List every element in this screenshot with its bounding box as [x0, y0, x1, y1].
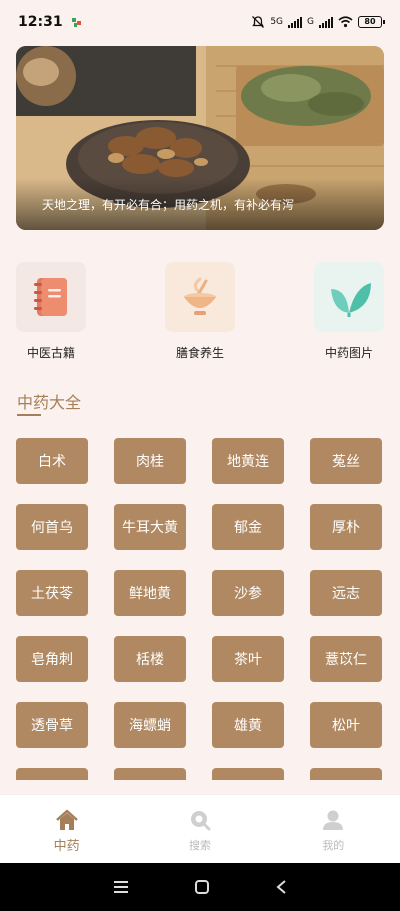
home-square-icon[interactable] [194, 879, 210, 895]
back-icon[interactable] [275, 879, 287, 895]
wifi-icon [338, 16, 353, 28]
herb-button[interactable]: 郁金 [212, 504, 284, 550]
herb-button[interactable]: 皂角刺 [16, 636, 88, 682]
herb-button[interactable]: 牛耳大黄 [114, 504, 186, 550]
menu-icon[interactable] [113, 880, 129, 894]
tab-label: 我的 [322, 839, 345, 852]
herb-button[interactable]: 土茯苓 [16, 570, 88, 616]
home-icon [55, 809, 78, 830]
herb-button[interactable]: 茶叶 [212, 636, 284, 682]
quick-link-tile [165, 262, 235, 332]
system-nav-bar [0, 863, 400, 911]
herb-button[interactable]: 地黄连 [212, 438, 284, 484]
herb-button[interactable]: 沙参 [212, 570, 284, 616]
herb-button[interactable]: 松叶 [310, 702, 382, 748]
section-title: 中药大全 [17, 393, 82, 412]
quick-link-tile [314, 262, 384, 332]
herb-button[interactable]: 肉桂 [114, 438, 186, 484]
quick-link-classics[interactable]: 中医古籍 [16, 262, 86, 361]
quick-link-label: 膳食养生 [175, 346, 224, 360]
leaf-icon [331, 283, 371, 317]
herb-grid: 白术 肉桂 地黄连 菟丝何首乌 牛耳大黄 郁金 厚朴土茯苓 鲜地黄 沙参 远志皂角刺 栝楼 茶叶 薏苡仁… [16, 438, 386, 780]
herb-button[interactable]: 何首乌 [16, 504, 88, 550]
user-icon [323, 810, 344, 830]
herb-button[interactable]: 远志 [310, 570, 382, 616]
herb-button-partial[interactable] [310, 768, 382, 780]
network-label: 5G [270, 17, 284, 27]
herb-button[interactable]: 薏苡仁 [310, 636, 382, 682]
herb-button[interactable]: 厚朴 [310, 504, 382, 550]
signal-icon [288, 16, 303, 28]
network2-label: G [307, 17, 314, 27]
tab-profile[interactable]: 我的 [267, 795, 400, 863]
herb-button[interactable]: 菟丝 [310, 438, 382, 484]
herb-button[interactable]: 白术 [16, 438, 88, 484]
battery-icon: 80 [358, 16, 385, 28]
mute-bell-icon [252, 16, 265, 28]
app-notification-icon [71, 18, 81, 27]
quick-link-label: 中医古籍 [26, 346, 75, 360]
bottom-tab-bar: 中药 搜索 我的 [0, 794, 400, 863]
herb-button[interactable]: 栝楼 [114, 636, 186, 682]
banner-caption: 天地之理，有开必有合；用药之机，有补必有泻 [16, 178, 384, 230]
quick-link-images[interactable]: 中药图片 [314, 262, 384, 361]
herb-button[interactable]: 鲜地黄 [114, 570, 186, 616]
battery-level: 80 [364, 17, 376, 26]
book-icon [34, 278, 67, 316]
tab-label: 搜索 [188, 839, 211, 852]
herb-button-partial[interactable] [16, 768, 88, 780]
herb-button[interactable]: 透骨草 [16, 702, 88, 748]
tab-herbs[interactable]: 中药 [0, 795, 133, 863]
herb-button[interactable]: 海螵蛸 [114, 702, 186, 748]
quick-link-label: 中药图片 [324, 346, 373, 360]
herb-button[interactable]: 雄黄 [212, 702, 284, 748]
status-bar: 12:31 5G G 80 [0, 0, 400, 44]
tab-label: 中药 [53, 839, 80, 854]
section-underline [17, 414, 41, 416]
herb-button-partial[interactable] [114, 768, 186, 780]
search-icon [190, 811, 211, 831]
herb-button-partial[interactable] [212, 768, 284, 780]
status-time: 12:31 [18, 14, 63, 30]
quick-link-diet[interactable]: 膳食养生 [165, 262, 235, 361]
tab-search[interactable]: 搜索 [133, 795, 266, 863]
signal2-icon [319, 16, 333, 28]
bowl-icon [184, 277, 216, 315]
herb-grid-overflow [16, 768, 386, 780]
quick-link-tile [16, 262, 86, 332]
banner-carousel[interactable]: 天地之理，有开必有合；用药之机，有补必有泻 [16, 46, 384, 230]
